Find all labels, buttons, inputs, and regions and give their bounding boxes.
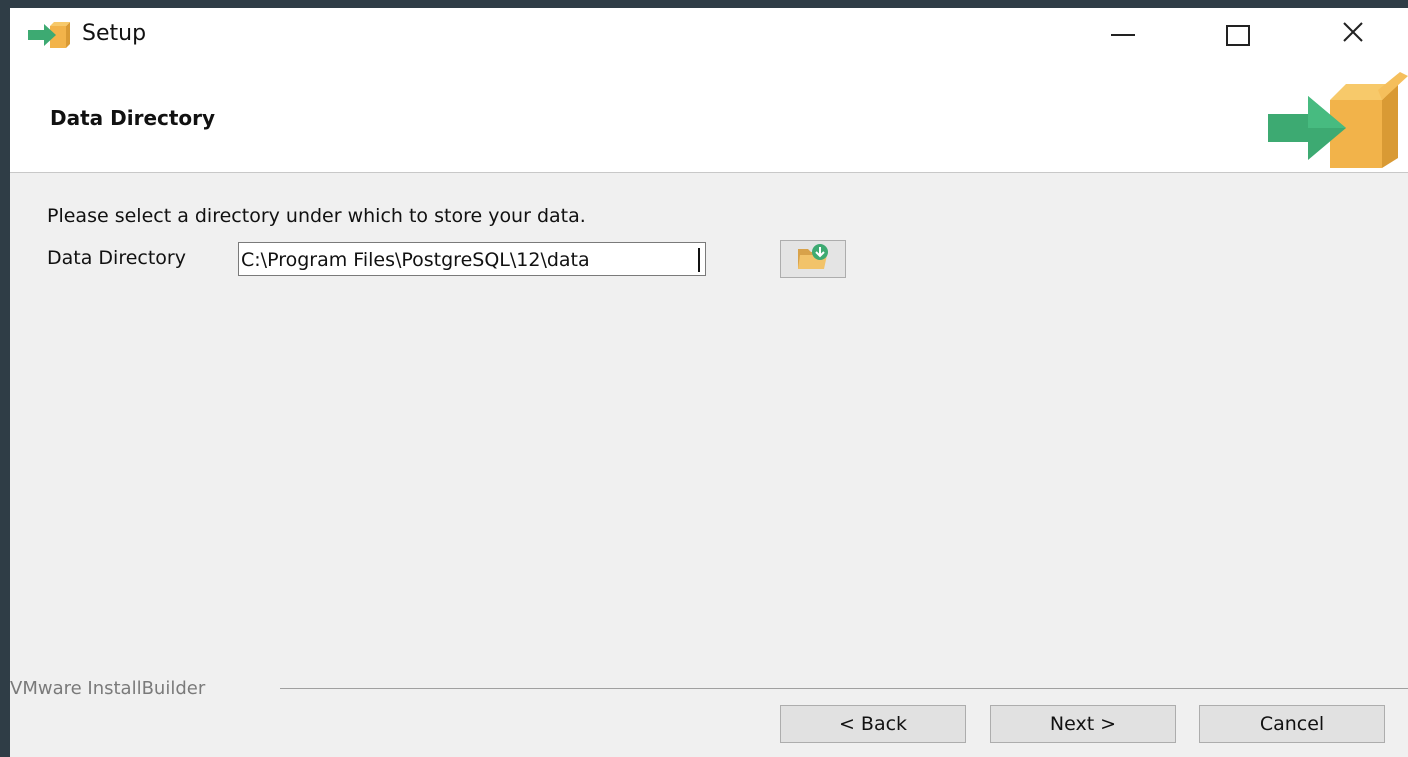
setup-window: Setup Data Directory Please select a dir…	[10, 8, 1408, 757]
page-header: Data Directory	[10, 62, 1408, 173]
page-title: Data Directory	[50, 106, 216, 130]
close-button[interactable]	[1295, 8, 1408, 62]
folder-browse-icon	[796, 243, 830, 275]
close-icon	[1341, 20, 1365, 51]
instruction-text: Please select a directory under which to…	[47, 205, 586, 227]
setup-box-arrow-icon	[28, 22, 70, 48]
content-area: Please select a directory under which to…	[10, 173, 1408, 673]
maximize-icon	[1225, 24, 1250, 46]
next-button[interactable]: Next >	[990, 705, 1176, 743]
maximize-button[interactable]	[1180, 8, 1295, 62]
data-directory-label: Data Directory	[47, 247, 186, 269]
setup-box-arrow-icon	[1260, 68, 1408, 168]
minimize-icon	[1110, 34, 1135, 36]
text-caret	[698, 248, 700, 272]
footer-divider	[280, 688, 1408, 689]
minimize-button[interactable]	[1065, 8, 1180, 62]
browse-button[interactable]	[780, 240, 846, 278]
data-directory-input[interactable]	[238, 242, 706, 276]
installer-brand: VMware InstallBuilder	[10, 678, 206, 699]
window-title: Setup	[82, 21, 147, 46]
back-button[interactable]: < Back	[780, 705, 966, 743]
title-bar[interactable]: Setup	[10, 8, 1408, 62]
cancel-button[interactable]: Cancel	[1199, 705, 1385, 743]
